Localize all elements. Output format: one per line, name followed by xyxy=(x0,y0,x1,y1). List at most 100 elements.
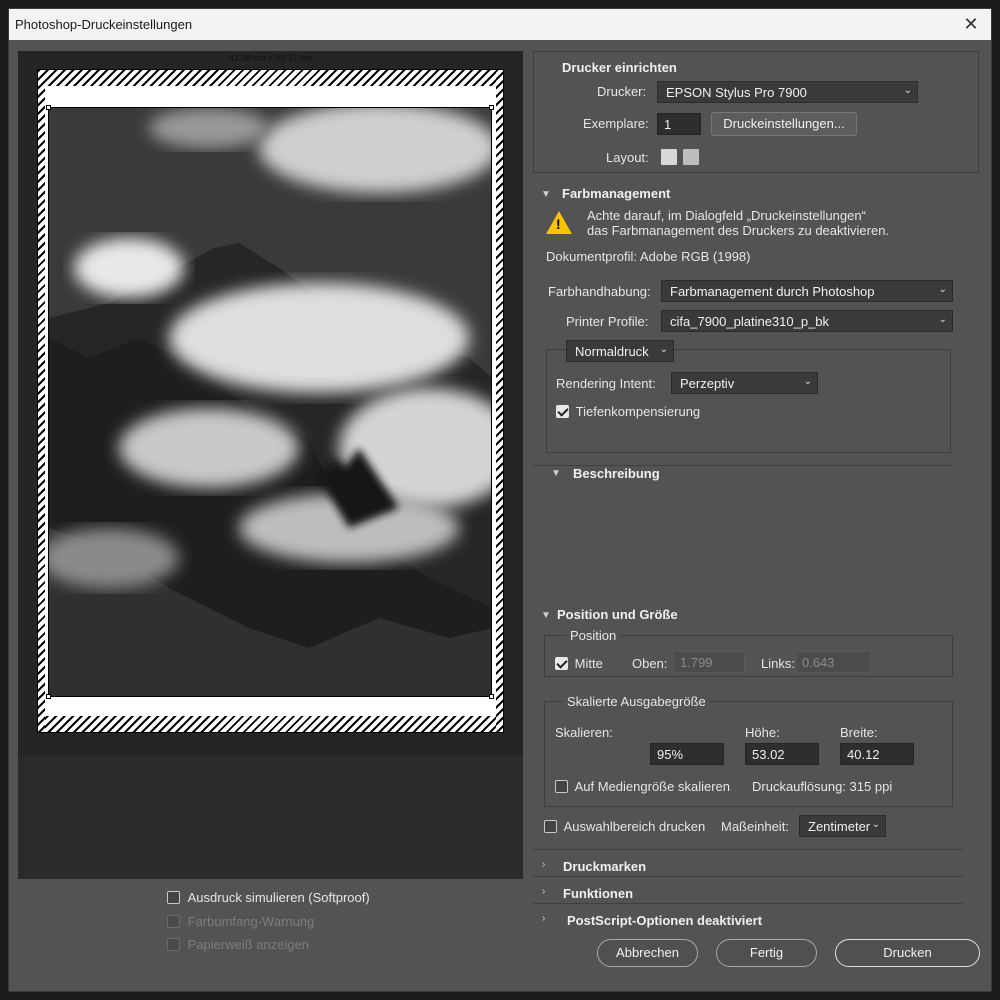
section-divider xyxy=(533,903,963,904)
print-mode-select[interactable]: Normaldruck ⌄ xyxy=(566,340,674,362)
copies-input[interactable]: 1 xyxy=(657,113,701,135)
scaled-size-group-label: Skalierte Ausgabegröße xyxy=(563,694,710,709)
chevron-down-icon: ⌄ xyxy=(871,819,880,830)
printer-select-value: EPSON Stylus Pro 7900 xyxy=(666,85,807,100)
color-handling-select[interactable]: Farbmanagement durch Photoshop ⌄ xyxy=(661,280,953,302)
fit-media-checkbox[interactable] xyxy=(555,780,568,794)
printer-select[interactable]: EPSON Stylus Pro 7900 ⌄ xyxy=(657,81,918,103)
chevron-down-icon[interactable]: ▼ xyxy=(541,610,551,621)
print-dialog: Photoshop-Druckeinstellungen ✕ 41.98 cm … xyxy=(8,8,992,992)
softproof-label: Ausdruck simulieren (Softproof) xyxy=(187,890,370,906)
top-input: 1.799 xyxy=(673,651,745,673)
fit-media-label: Auf Mediengröße skalieren xyxy=(574,779,730,795)
cancel-button[interactable]: Abbrechen xyxy=(597,939,698,967)
printer-label: Drucker: xyxy=(597,84,647,99)
scale-label: Skalieren: xyxy=(555,725,613,740)
paper-sheet xyxy=(37,69,504,733)
chevron-right-icon[interactable]: › xyxy=(542,886,545,897)
paper-white-checkbox xyxy=(167,938,180,952)
print-settings-button[interactable]: Druckeinstellungen... xyxy=(711,112,857,136)
close-icon[interactable]: ✕ xyxy=(959,13,983,37)
window-title: Photoshop-Druckeinstellungen xyxy=(15,17,193,32)
center-label: Mitte xyxy=(574,656,603,672)
unprintable-margin-bottom xyxy=(38,716,503,732)
resize-handle-bottom-right[interactable] xyxy=(489,694,494,699)
black-point-checkbox[interactable] xyxy=(556,405,569,419)
black-point-option[interactable]: Tiefenkompensierung xyxy=(556,403,700,419)
postscript-header[interactable]: PostScript-Optionen deaktiviert xyxy=(567,913,762,928)
resize-handle-top-right[interactable] xyxy=(489,105,494,110)
unprintable-margin-right xyxy=(496,70,503,732)
printer-setup-header: Drucker einrichten xyxy=(562,60,677,75)
color-handling-value: Farbmanagement durch Photoshop xyxy=(670,284,875,299)
functions-header[interactable]: Funktionen xyxy=(563,886,633,901)
gamut-warning-label: Farbumfang-Warnung xyxy=(187,914,315,930)
preview-background xyxy=(18,757,523,879)
unit-select-value: Zentimeter xyxy=(808,819,871,834)
print-selection-option[interactable]: Auswahlbereich drucken xyxy=(544,818,705,834)
height-label: Höhe: xyxy=(745,725,780,740)
layout-label: Layout: xyxy=(606,150,649,165)
chevron-right-icon[interactable]: › xyxy=(542,913,545,924)
color-handling-label: Farbhandhabung: xyxy=(548,284,651,299)
portrait-layout-icon[interactable] xyxy=(660,148,678,166)
chevron-down-icon: ⌄ xyxy=(938,314,947,325)
section-divider xyxy=(533,876,963,877)
softproof-option[interactable]: Ausdruck simulieren (Softproof) xyxy=(167,889,370,905)
section-divider xyxy=(533,849,963,850)
chevron-down-icon: ⌄ xyxy=(903,85,912,96)
chevron-down-icon[interactable]: ▼ xyxy=(541,189,551,200)
copies-label: Exemplare: xyxy=(583,116,649,131)
paper-white-option: Papierweiß anzeigen xyxy=(167,936,309,952)
color-management-header[interactable]: Farbmanagement xyxy=(562,186,670,201)
chevron-down-icon: ⌄ xyxy=(803,376,812,387)
print-button[interactable]: Drucken xyxy=(835,939,980,967)
chevron-down-icon: ⌄ xyxy=(938,284,947,295)
warning-text-line1: Achte darauf, im Dialogfeld „Druckeinste… xyxy=(587,208,866,223)
scale-input[interactable]: 95% xyxy=(650,743,724,765)
print-resolution: Druckauflösung: 315 ppi xyxy=(752,779,893,794)
done-button[interactable]: Fertig xyxy=(716,939,817,967)
warning-icon xyxy=(546,211,572,234)
position-group-label: Position xyxy=(566,628,621,643)
title-bar: Photoshop-Druckeinstellungen ✕ xyxy=(9,9,991,40)
chevron-down-icon: ⌄ xyxy=(659,344,668,355)
fit-media-option[interactable]: Auf Mediengröße skalieren xyxy=(555,778,730,794)
position-size-header[interactable]: Position und Größe xyxy=(557,607,678,622)
paper-white-label: Papierweiß anzeigen xyxy=(187,937,310,953)
printer-profile-select[interactable]: cifa_7900_platine310_p_bk ⌄ xyxy=(661,310,953,332)
landscape-layout-icon[interactable] xyxy=(682,148,700,166)
chevron-down-icon[interactable]: ▼ xyxy=(551,468,561,479)
print-selection-checkbox[interactable] xyxy=(544,820,557,834)
left-label: Links: xyxy=(761,656,795,671)
rendering-intent-value: Perzeptiv xyxy=(680,376,735,391)
resize-handle-top-left[interactable] xyxy=(46,105,51,110)
top-label: Oben: xyxy=(632,656,668,671)
print-mode-value: Normaldruck xyxy=(575,344,649,359)
print-marks-header[interactable]: Druckmarken xyxy=(563,859,646,874)
chevron-right-icon[interactable]: › xyxy=(542,859,545,870)
black-point-label: Tiefenkompensierung xyxy=(575,404,701,420)
printer-profile-value: cifa_7900_platine310_p_bk xyxy=(670,314,830,329)
settings-panel: Drucker einrichten Drucker: EPSON Stylus… xyxy=(533,51,979,928)
rendering-intent-select[interactable]: Perzeptiv ⌄ xyxy=(671,372,818,394)
width-input[interactable]: 40.12 xyxy=(840,743,914,765)
print-mode-group xyxy=(546,349,951,453)
mountain-photo xyxy=(49,108,491,696)
unprintable-margin-left xyxy=(38,70,45,732)
height-input[interactable]: 53.02 xyxy=(745,743,819,765)
center-checkbox[interactable] xyxy=(555,657,568,671)
image-preview[interactable] xyxy=(48,107,492,697)
description-header[interactable]: Beschreibung xyxy=(573,466,660,481)
gamut-warning-option: Farbumfang-Warnung xyxy=(167,913,314,929)
warning-text-line2: das Farbmanagement des Druckers zu deakt… xyxy=(587,223,890,238)
unit-select[interactable]: Zentimeter ⌄ xyxy=(799,815,886,837)
left-input: 0.643 xyxy=(795,651,871,673)
softproof-checkbox[interactable] xyxy=(167,891,180,905)
paper-dimensions: 41.98 cm x 59.37 cm xyxy=(228,53,313,63)
printer-profile-label: Printer Profile: xyxy=(566,314,649,329)
resize-handle-bottom-left[interactable] xyxy=(46,694,51,699)
rendering-intent-label: Rendering Intent: xyxy=(556,376,656,391)
unprintable-margin-top xyxy=(38,70,503,86)
center-option[interactable]: Mitte xyxy=(555,655,603,671)
